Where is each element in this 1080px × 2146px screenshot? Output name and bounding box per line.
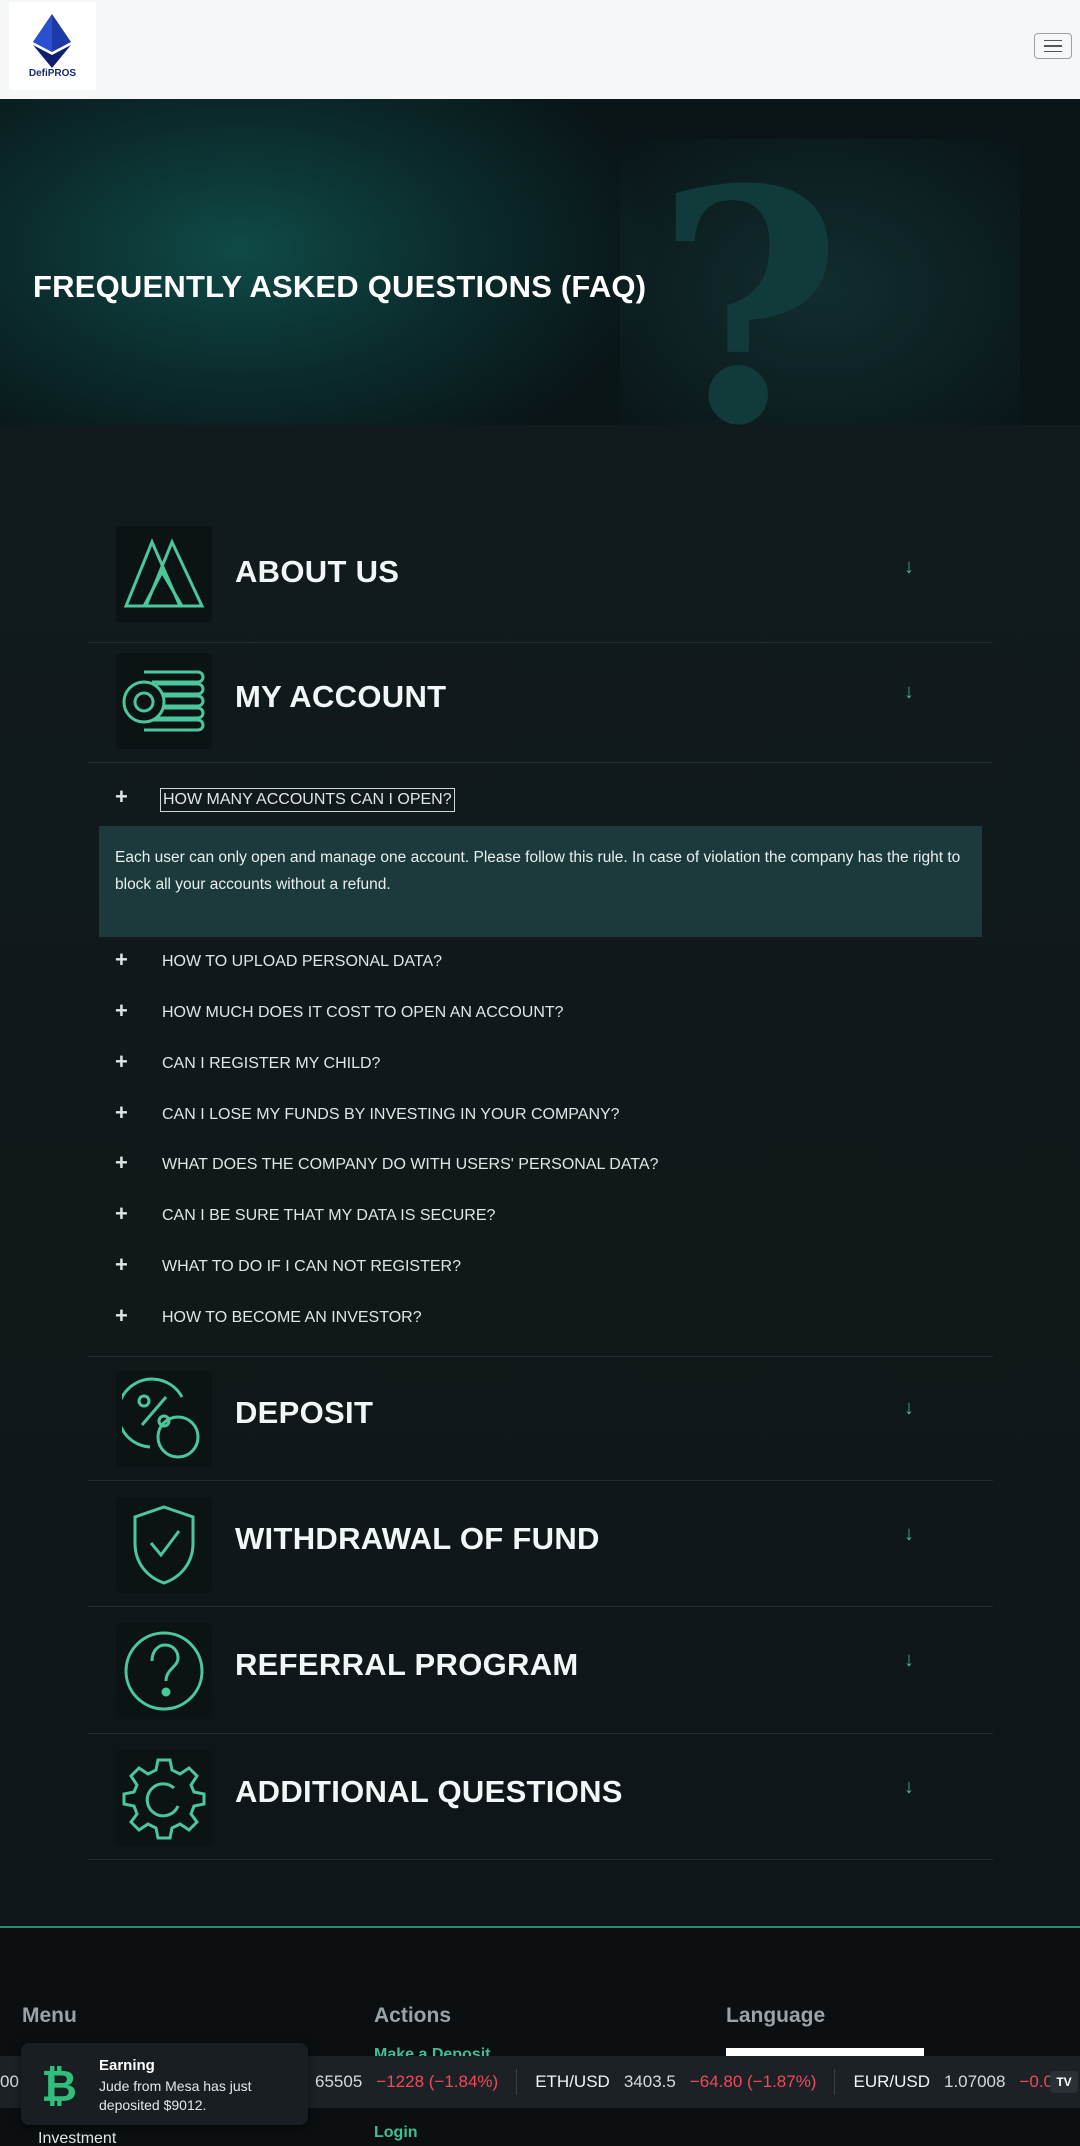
hero-banner: ? FREQUENTLY ASKED QUESTIONS (FAQ) [0, 99, 1080, 425]
category-title: DEPOSIT [235, 1395, 374, 1430]
faq-question[interactable]: + WHAT TO DO IF I CAN NOT REGISTER? [112, 1252, 982, 1282]
question-label[interactable]: CAN I REGISTER MY CHILD? [160, 1053, 382, 1075]
arrow-down-icon[interactable]: ↓ [904, 1523, 914, 1546]
footer-menu-item[interactable]: Investment [38, 2130, 116, 2146]
plus-icon: + [115, 784, 128, 809]
plus-icon: + [115, 1252, 128, 1277]
faq-category-referral[interactable]: REFERRAL PROGRAM ↓ [88, 1607, 993, 1734]
percent-coin-icon [116, 1371, 212, 1467]
gear-icon [116, 1750, 212, 1846]
arrow-down-icon[interactable]: ↓ [904, 1649, 914, 1672]
ticker-symbol: ETH/USD [535, 2072, 610, 2091]
ticker-change: −1228 (−1.84%) [376, 2072, 499, 2091]
faq-category-deposit[interactable]: DEPOSIT ↓ [88, 1357, 993, 1481]
ticker-price: 65505 [315, 2072, 363, 2091]
plus-icon: + [115, 998, 128, 1023]
plus-icon: + [115, 1201, 128, 1226]
shield-check-icon [116, 1497, 212, 1593]
faq-category-about-us[interactable]: ABOUT US ↓ [88, 520, 993, 643]
question-circle-icon [116, 1623, 212, 1719]
category-title: WITHDRAWAL OF FUND [235, 1521, 600, 1556]
faq-answer: Each user can only open and manage one a… [99, 826, 982, 937]
faq-question[interactable]: + WHAT DOES THE COMPANY DO WITH USERS' P… [112, 1150, 982, 1180]
arrow-down-icon[interactable]: ↓ [904, 1776, 914, 1799]
login-link[interactable]: Login [374, 2124, 418, 2142]
arrow-down-icon[interactable]: ↓ [904, 681, 914, 704]
category-title: ADDITIONAL QUESTIONS [235, 1774, 623, 1809]
plus-icon: + [115, 1100, 128, 1125]
faq-category-withdrawal[interactable]: WITHDRAWAL OF FUND ↓ [88, 1481, 993, 1607]
ticker-change: −64.80 (−1.87%) [689, 2072, 817, 2091]
category-title: MY ACCOUNT [235, 679, 447, 714]
coins-stack-icon [116, 653, 212, 749]
faq-category-my-account[interactable]: MY ACCOUNT ↓ [88, 643, 993, 763]
faq-question[interactable]: + CAN I BE SURE THAT MY DATA IS SECURE? [112, 1201, 982, 1231]
plus-icon: + [115, 1150, 128, 1175]
footer-language-heading: Language [726, 2004, 826, 2027]
ethereum-logo-icon [33, 14, 71, 68]
faq-question[interactable]: + HOW MUCH DOES IT COST TO OPEN AN ACCOU… [112, 998, 982, 1028]
tradingview-logo-icon[interactable]: TV [1050, 2071, 1078, 2093]
faq-question[interactable]: + HOW MANY ACCOUNTS CAN I OPEN? [112, 784, 982, 814]
triangles-icon [116, 526, 212, 622]
question-label[interactable]: HOW MANY ACCOUNTS CAN I OPEN? [160, 788, 455, 812]
question-label[interactable]: WHAT TO DO IF I CAN NOT REGISTER? [160, 1256, 463, 1278]
question-label[interactable]: CAN I BE SURE THAT MY DATA IS SECURE? [160, 1205, 497, 1227]
category-title: ABOUT US [235, 554, 400, 589]
category-title: REFERRAL PROGRAM [235, 1647, 579, 1682]
plus-icon: + [115, 947, 128, 972]
faq-question[interactable]: + HOW TO UPLOAD PERSONAL DATA? [112, 947, 982, 977]
hamburger-menu-button[interactable] [1034, 33, 1072, 59]
question-mark-graphic-icon: ? [655, 121, 843, 426]
plus-icon: + [115, 1049, 128, 1074]
ticker-price: 3403.5 [623, 2072, 676, 2091]
page-title: FREQUENTLY ASKED QUESTIONS (FAQ) [33, 269, 647, 304]
bitcoin-icon: ₿ [41, 2061, 77, 2109]
toast-message: Jude from Mesa has just deposited $9012. [99, 2078, 252, 2113]
arrow-down-icon[interactable]: ↓ [904, 556, 914, 579]
ticker-item[interactable]: EUR/USD 1.07008 −0.00 [835, 2069, 1080, 2095]
toast-title: Earning [99, 2057, 155, 2074]
svg-text:₿: ₿ [41, 2061, 77, 2109]
question-label[interactable]: HOW TO UPLOAD PERSONAL DATA? [160, 951, 444, 973]
question-label[interactable]: CAN I LOSE MY FUNDS BY INVESTING IN YOUR… [160, 1104, 622, 1126]
question-label[interactable]: WHAT DOES THE COMPANY DO WITH USERS' PER… [160, 1154, 660, 1176]
deposit-notification-toast[interactable]: ₿ Earning Jude from Mesa has just deposi… [21, 2043, 308, 2125]
arrow-down-icon[interactable]: ↓ [904, 1397, 914, 1420]
footer-menu-heading: Menu [22, 2004, 77, 2027]
faq-category-additional[interactable]: ADDITIONAL QUESTIONS ↓ [88, 1734, 993, 1860]
question-label[interactable]: HOW MUCH DOES IT COST TO OPEN AN ACCOUNT… [160, 1002, 566, 1024]
faq-question[interactable]: + CAN I LOSE MY FUNDS BY INVESTING IN YO… [112, 1100, 982, 1130]
faq-question[interactable]: + HOW TO BECOME AN INVESTOR? [112, 1303, 982, 1333]
top-navbar: DefiPROS [0, 0, 1080, 99]
ticker-price: 1.07008 [944, 2072, 1006, 2091]
ticker-symbol: EUR/USD [853, 2072, 930, 2091]
ticker-item[interactable]: ETH/USD 3403.5 −64.80 (−1.87%) [517, 2069, 836, 2095]
question-label[interactable]: HOW TO BECOME AN INVESTOR? [160, 1307, 424, 1329]
faq-question[interactable]: + CAN I REGISTER MY CHILD? [112, 1049, 982, 1079]
logo-text: DefiPROS [28, 68, 77, 79]
site-logo[interactable]: DefiPROS [9, 2, 96, 90]
plus-icon: + [115, 1303, 128, 1328]
footer-actions-heading: Actions [374, 2004, 452, 2027]
